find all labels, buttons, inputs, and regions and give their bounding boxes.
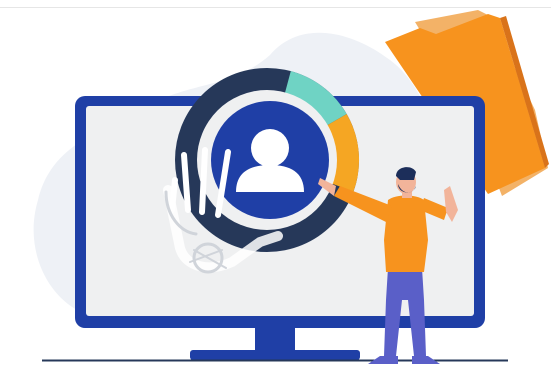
illustration-scene bbox=[0, 0, 551, 384]
monitor-base bbox=[190, 350, 360, 360]
illustration-svg bbox=[0, 7, 551, 364]
monitor-neck bbox=[255, 327, 295, 352]
